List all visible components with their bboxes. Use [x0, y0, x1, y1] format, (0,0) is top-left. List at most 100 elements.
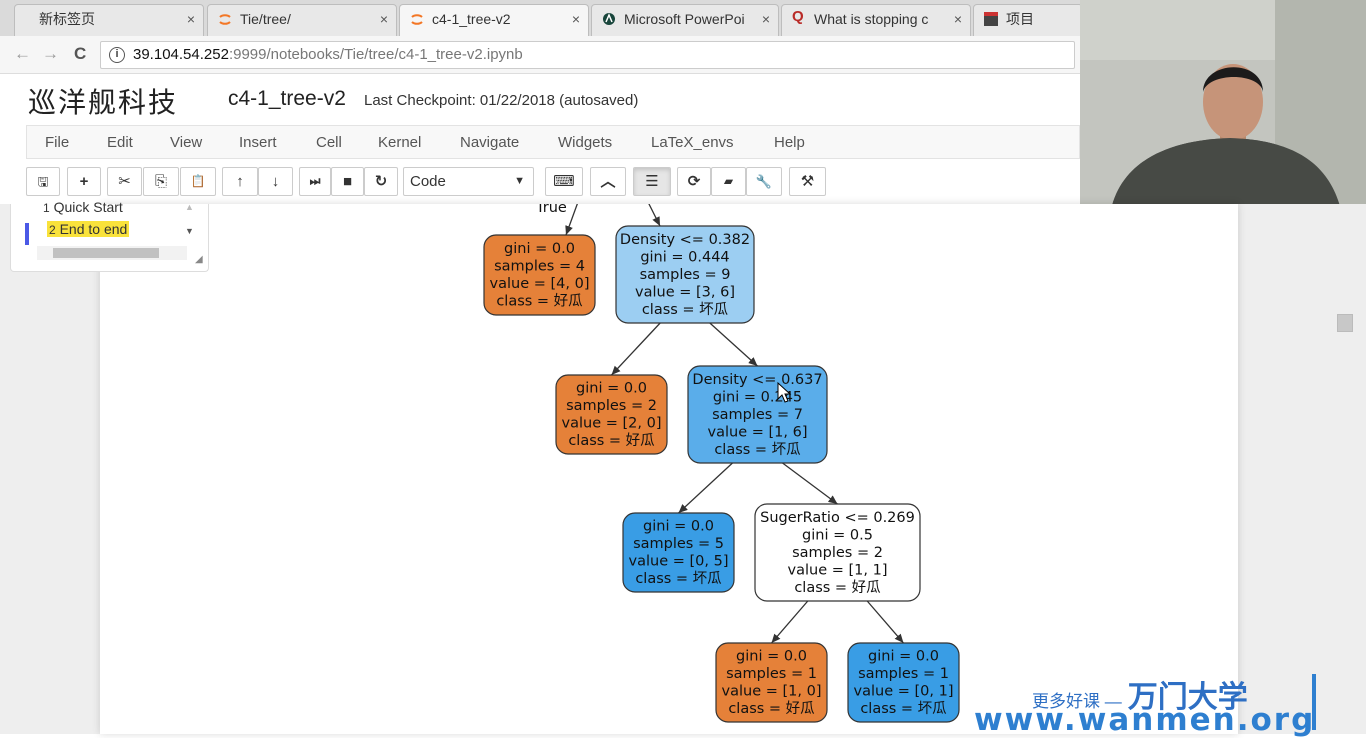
tree-edge-arrow — [678, 462, 733, 514]
tab-close-icon[interactable]: × — [954, 5, 962, 33]
tree-edge-arrow — [782, 462, 838, 505]
notebook-name[interactable]: c4-1_tree-v2 — [228, 87, 346, 111]
tab-notebook[interactable]: c4-1_tree-v2 × — [399, 4, 589, 36]
menu-file[interactable]: File — [45, 134, 69, 151]
tree-node-line: samples = 1 — [858, 666, 949, 682]
toc-toggle-button[interactable]: ☰ — [633, 167, 671, 196]
toc-item-label: Quick Start — [53, 199, 123, 215]
tab-quora[interactable]: Q What is stopping c × — [781, 4, 971, 36]
notebook-page: gini = 0.0 samples = 4 value = [4, 0] class… — [0, 199, 1366, 734]
gavel-button[interactable]: ⚒ — [789, 167, 826, 196]
tree-node-line: samples = 7 — [712, 407, 803, 423]
edge-label-true: True — [535, 204, 567, 216]
paste-button[interactable]: 📋 — [180, 167, 216, 196]
tree-node-line: gini = 0.0 — [504, 241, 575, 257]
tree-node-line: class = 坏瓜 — [714, 441, 801, 458]
wanmen-watermark: 更多好课 — 万门大学 www.wanmen.org — [974, 672, 1313, 738]
toc-horizontal-scrollbar[interactable] — [37, 246, 187, 260]
insert-cell-button[interactable]: + — [67, 167, 101, 196]
tab-label: c4-1_tree-v2 — [432, 11, 511, 27]
tree-node: gini = 0.0 samples = 4value = [4, 0]class… — [483, 234, 596, 316]
menu-view[interactable]: View — [170, 134, 202, 151]
tree-node-line: class = 坏瓜 — [635, 570, 722, 587]
tree-node-line: class = 好瓜 — [794, 579, 881, 596]
tree-node-line: value = [3, 6] — [635, 284, 735, 300]
menu-navigate[interactable]: Navigate — [460, 134, 519, 151]
tree-node-line: gini = 0.0 — [643, 519, 714, 535]
reload-icon[interactable]: C — [74, 44, 86, 64]
tab-new[interactable]: 新标签页 × — [14, 4, 204, 36]
book-button[interactable]: ▰ — [711, 167, 746, 196]
tab-close-icon[interactable]: × — [187, 5, 195, 33]
tree-node-line: value = [1, 0] — [722, 684, 822, 700]
tab-powerpoint[interactable]: Microsoft PowerPoi × — [591, 4, 779, 36]
caret-down-icon: ▼ — [514, 175, 525, 187]
back-icon[interactable]: ← — [14, 44, 31, 64]
scrollbar-thumb[interactable] — [53, 248, 159, 258]
resize-handle-icon[interactable]: ◢ — [195, 254, 203, 265]
tab-project[interactable]: 项目 — [973, 4, 1083, 36]
menu-kernel[interactable]: Kernel — [378, 134, 421, 151]
wrench-button[interactable]: 🔧 — [746, 167, 782, 196]
address-bar: ← → C i 39.104.54.252:9999/notebooks/Tie… — [0, 36, 1080, 74]
url-input[interactable]: i 39.104.54.252:9999/notebooks/Tie/tree/… — [100, 41, 1075, 69]
presenter-image — [1080, 0, 1366, 214]
tab-close-icon[interactable]: × — [572, 5, 580, 33]
toc-item-quick-start[interactable]: 1 Quick Start — [43, 199, 123, 215]
tab-tie-tree[interactable]: Tie/tree/ × — [207, 4, 397, 36]
watermark-bar — [1312, 674, 1316, 730]
project-icon — [984, 12, 998, 26]
tree-node-line: gini = 0.245 — [713, 389, 802, 405]
copy-button[interactable]: ⎘ — [143, 167, 179, 196]
menu-widgets[interactable]: Widgets — [558, 134, 612, 151]
tree-node-line: value = [0, 1] — [854, 684, 954, 700]
tab-close-icon[interactable]: × — [762, 5, 770, 33]
tree-node-line: value = [1, 1] — [788, 562, 888, 578]
tree-node: gini = 0.0samples = 5 value = [0, 5]class… — [622, 512, 735, 593]
jupyter-icon — [219, 14, 231, 25]
tree-edge-arrow — [866, 600, 904, 644]
toc-item-end-to-end[interactable]: 2 End to end — [47, 221, 130, 237]
tree-edge-arrow — [709, 322, 758, 367]
menu-latex-envs[interactable]: LaTeX_envs — [651, 134, 734, 151]
logo: 巡洋舰科技 — [28, 86, 179, 119]
run-button[interactable]: ⏭ — [299, 167, 331, 196]
move-up-button[interactable]: ↑ — [222, 167, 258, 196]
info-icon[interactable]: i — [109, 47, 125, 63]
menu-edit[interactable]: Edit — [107, 134, 133, 151]
tree-node: gini = 0.0samples = 1 value = [1, 0]class… — [715, 642, 828, 723]
tree-node-line: class = 好瓜 — [496, 293, 583, 310]
tab-label: What is stopping c — [814, 11, 929, 27]
move-down-button[interactable]: ↓ — [258, 167, 293, 196]
tab-close-icon[interactable]: × — [380, 5, 388, 33]
menu-insert[interactable]: Insert — [239, 134, 277, 151]
cell-type-select[interactable]: Code ▼ — [403, 167, 534, 196]
msu-icon — [603, 13, 615, 25]
url-path: :9999/notebooks/Tie/tree/c4-1_tree-v2.ip… — [228, 46, 523, 63]
forward-icon[interactable]: → — [42, 44, 59, 64]
notebook-header: 巡洋舰科技 c4-1_tree-v2 Last Checkpoint: 01/2… — [0, 75, 1080, 125]
interrupt-button[interactable]: ■ — [331, 167, 364, 196]
tree-node-line: Density <= 0.382 — [620, 232, 750, 248]
scroll-down-icon[interactable]: ▼ — [185, 226, 194, 236]
tab-label: Microsoft PowerPoi — [624, 11, 745, 27]
restart-button[interactable]: ↻ — [364, 167, 398, 196]
collapse-button[interactable]: ︿ — [590, 167, 626, 196]
page-scrollbar-thumb[interactable] — [1337, 314, 1353, 332]
refresh-button[interactable]: ⟳ — [677, 167, 711, 196]
scroll-up-icon[interactable]: ▲ — [185, 202, 194, 212]
save-button[interactable]: 🖫 — [26, 167, 60, 196]
jupyter-icon — [411, 14, 423, 25]
menu-cell[interactable]: Cell — [316, 134, 342, 151]
menu-help[interactable]: Help — [774, 134, 805, 151]
tree-node-line: samples = 2 — [566, 398, 657, 414]
keyboard-button[interactable]: ⌨ — [545, 167, 583, 196]
toc-panel: 1 Quick Start 2 End to end ▲ ▼ ◢ — [10, 199, 209, 272]
toc-item-number: 2 — [49, 223, 56, 237]
tree-node-line: gini = 0.0 — [868, 649, 939, 665]
tree-node-line: samples = 4 — [494, 259, 585, 275]
cut-button[interactable]: ✂ — [107, 167, 142, 196]
tree-node-line: samples = 1 — [726, 666, 817, 682]
toc-current-marker — [25, 223, 29, 245]
tree-edge-arrow — [771, 600, 809, 644]
